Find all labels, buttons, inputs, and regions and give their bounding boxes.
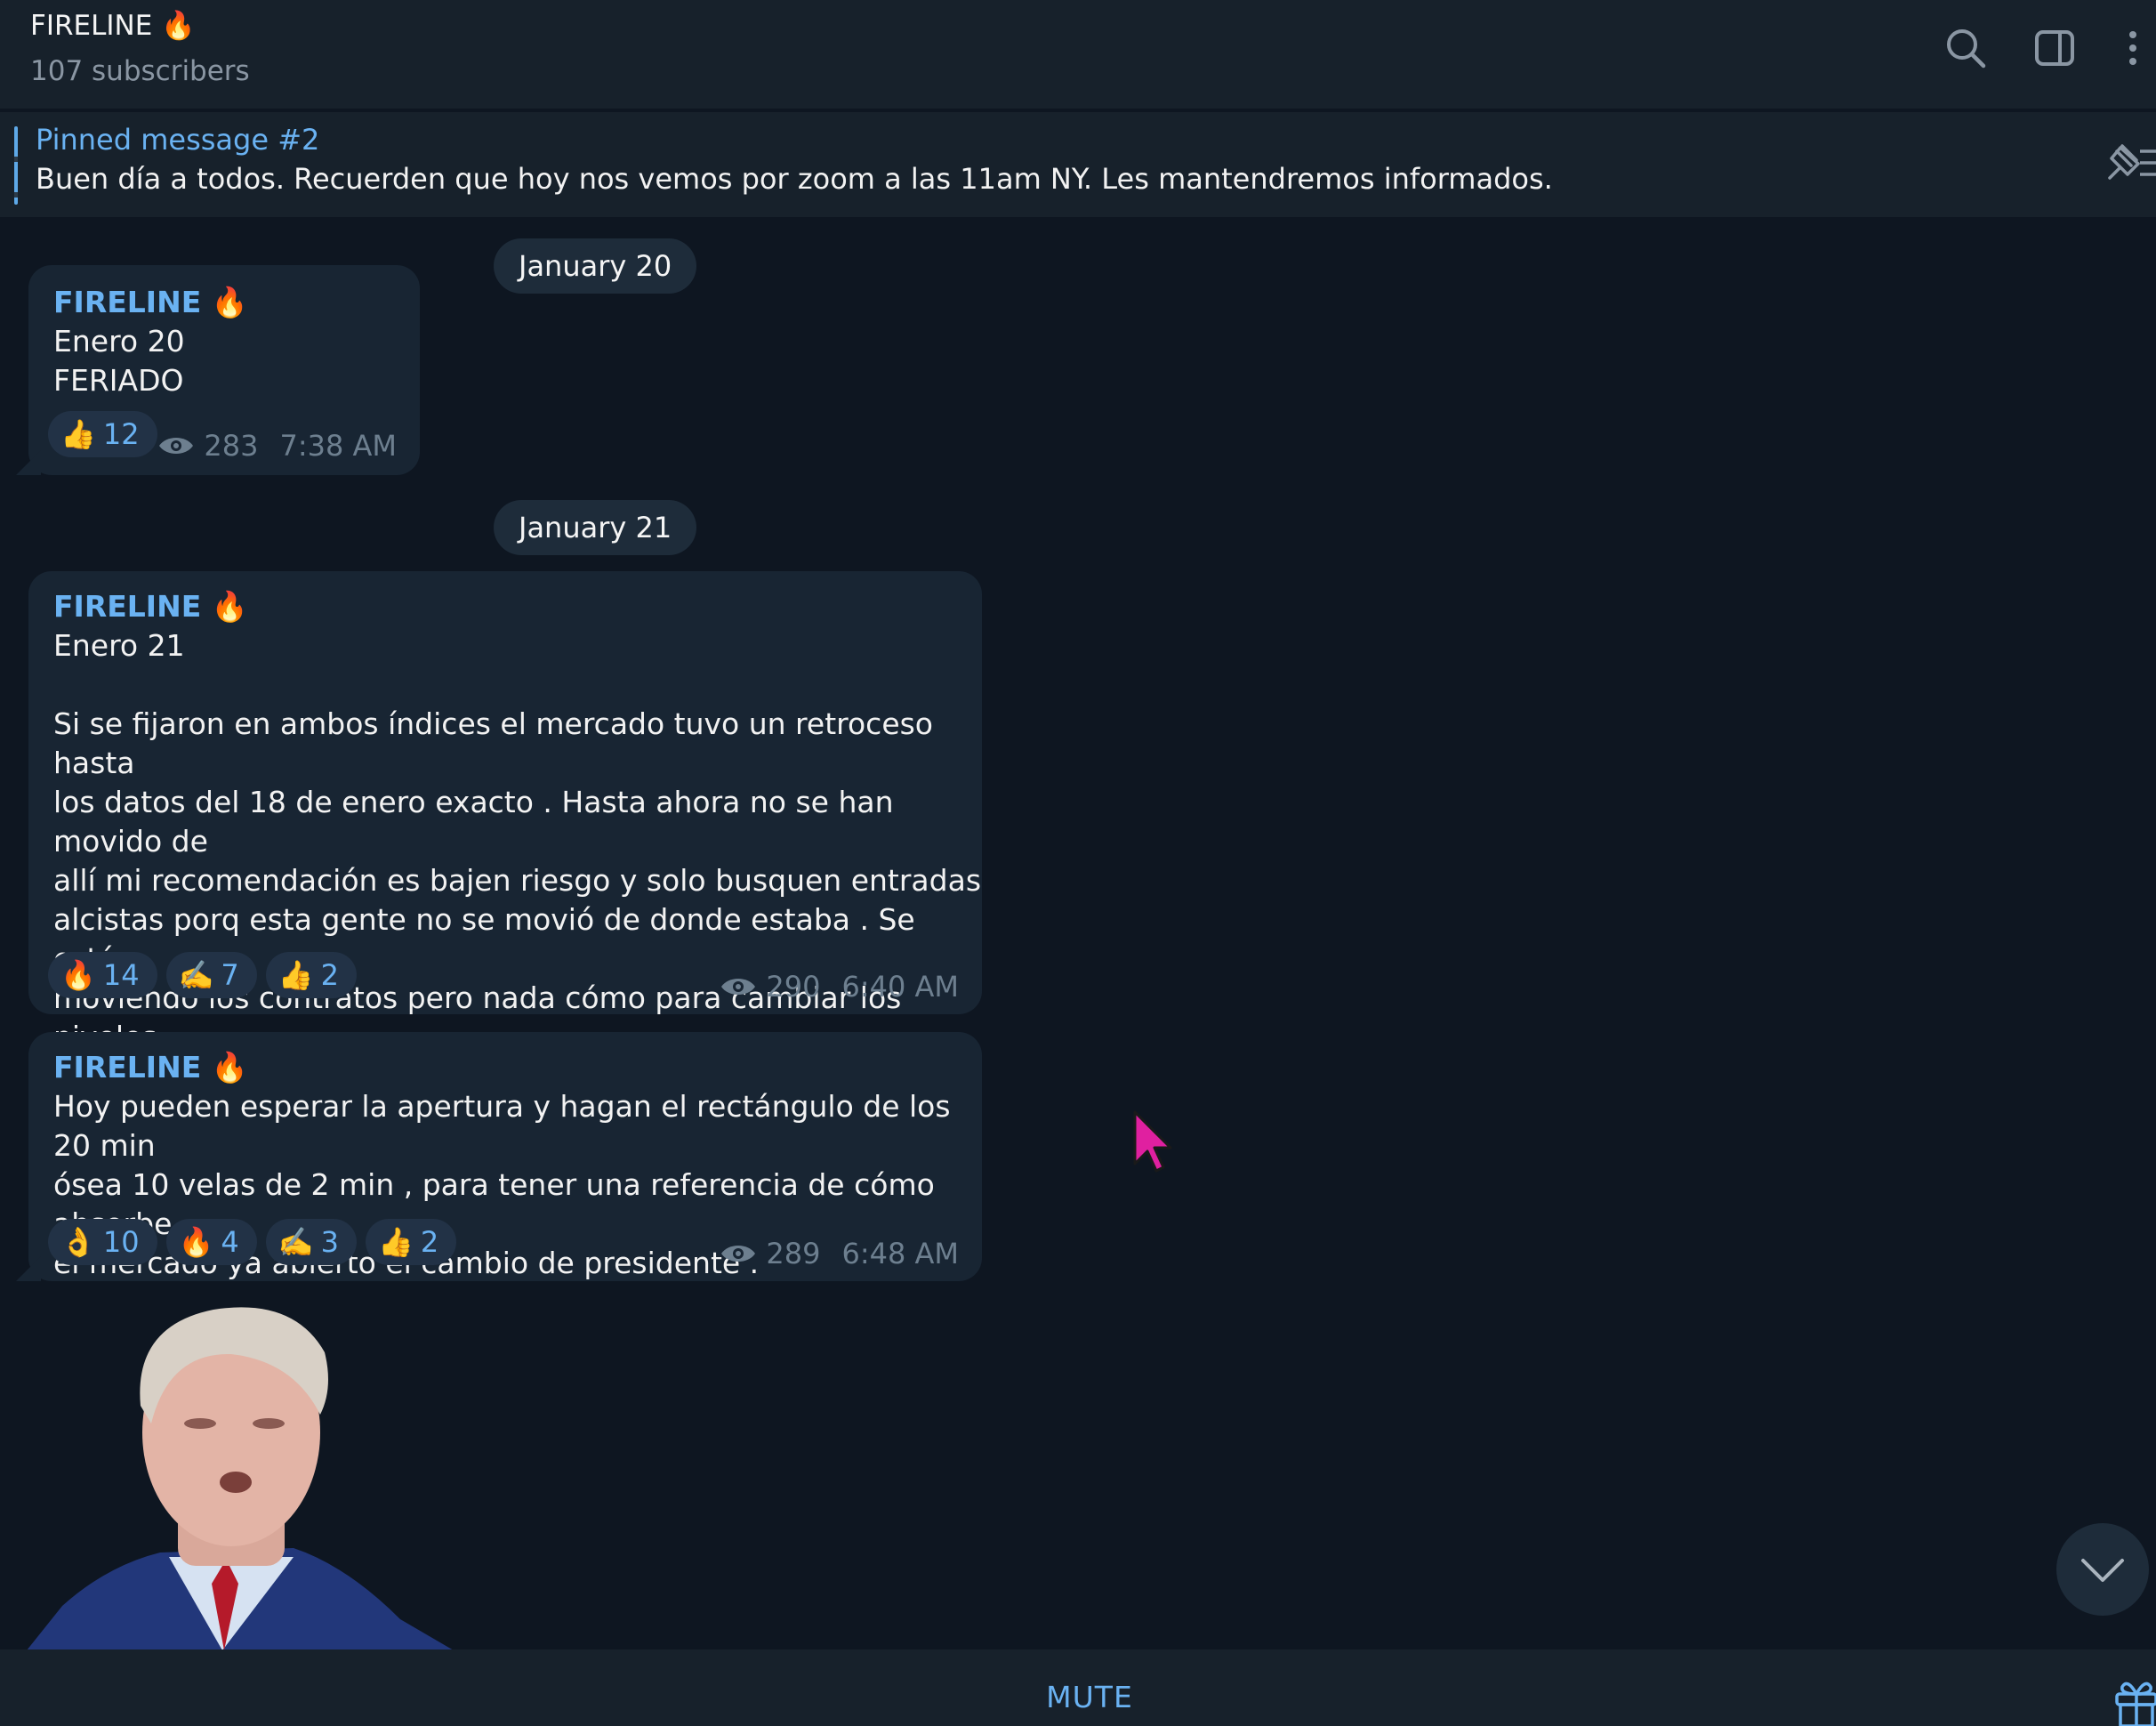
reaction-writing-hand[interactable]: ✍️ 7: [165, 952, 257, 998]
fire-icon: 🔥: [178, 1225, 214, 1259]
view-count: 289: [766, 1237, 821, 1270]
writing-hand-icon: ✍️: [278, 1225, 314, 1259]
message-meta: 289 6:48 AM: [720, 1237, 959, 1270]
reaction-writing-hand[interactable]: ✍️ 3: [265, 1219, 357, 1265]
reaction-count: 3: [320, 1225, 339, 1259]
more-vertical-icon[interactable]: [2110, 25, 2156, 71]
message-bubble[interactable]: FIRELINE 🔥 Hoy pueden esperar la apertur…: [16, 1032, 982, 1281]
date-separator: January 20: [494, 238, 697, 294]
message-time: 6:40 AM: [841, 970, 959, 1004]
message-time: 7:38 AM: [279, 429, 397, 463]
message-text: Enero 21 Si se fijaron en ambos índices …: [53, 628, 982, 1093]
reaction-thumbs-up[interactable]: 👍 12: [48, 411, 157, 457]
reaction-fire[interactable]: 🔥 4: [165, 1219, 257, 1265]
view-count: 290: [766, 970, 821, 1004]
reactions-row: 👌 10 🔥 4 ✍️ 3 👍 2: [48, 1219, 457, 1265]
reaction-count: 2: [420, 1225, 439, 1259]
thumbs-up-icon: 👍: [377, 1225, 414, 1259]
message-author[interactable]: FIRELINE 🔥: [53, 285, 248, 320]
thumbs-up-icon: 👍: [60, 417, 96, 451]
message-meta: 290 6:40 AM: [720, 970, 959, 1004]
mouse-cursor-icon: [1131, 1110, 1174, 1174]
reactions-row: 🔥 14 ✍️ 7 👍 2: [48, 952, 357, 998]
reactions-row: 👍 12: [48, 411, 157, 457]
view-count: 283: [204, 429, 259, 463]
reaction-count: 7: [221, 958, 239, 992]
pinned-title: Pinned message #2: [36, 123, 320, 157]
reaction-count: 12: [102, 417, 140, 451]
reaction-ok-hand[interactable]: 👌 10: [48, 1219, 157, 1265]
pinned-text: Buen día a todos. Recuerden que hoy nos …: [36, 162, 1553, 196]
reaction-fire[interactable]: 🔥 14: [48, 952, 157, 998]
reaction-count: 4: [221, 1225, 239, 1259]
chat-header[interactable]: FIRELINE 🔥 107 subscribers: [0, 0, 2156, 110]
writing-hand-icon: ✍️: [178, 958, 214, 992]
message-author[interactable]: FIRELINE 🔥: [53, 589, 248, 625]
message-bubble[interactable]: FIRELINE 🔥 Enero 21 Si se fijaron en amb…: [28, 571, 982, 1093]
reaction-thumbs-up[interactable]: 👍 2: [365, 1219, 457, 1265]
pinned-message-bar[interactable]: Pinned message #2 Buen día a todos. Recu…: [0, 112, 2156, 217]
bottom-bar: MUTE: [0, 1649, 2156, 1726]
chevron-down-icon: [2081, 1559, 2124, 1582]
date-separator: January 21: [494, 500, 697, 555]
message-bubble[interactable]: FIRELINE 🔥 Enero 20 FERIADO 👍 12 283 7:3…: [16, 265, 420, 475]
pinned-indicator: [14, 126, 18, 205]
search-icon[interactable]: [1943, 25, 1989, 71]
reaction-count: 2: [320, 958, 339, 992]
eye-icon: [721, 979, 756, 995]
eye-icon: [721, 1246, 756, 1262]
fire-icon: 🔥: [60, 958, 96, 992]
mute-button[interactable]: MUTE: [0, 1680, 2156, 1714]
subscriber-count: 107 subscribers: [30, 55, 250, 87]
message-time: 6:48 AM: [841, 1237, 959, 1270]
reaction-thumbs-up[interactable]: 👍 2: [265, 952, 357, 998]
message-author[interactable]: FIRELINE 🔥: [53, 1050, 248, 1085]
message-text: Enero 20 FERIADO: [53, 324, 185, 398]
message-meta: 283 7:38 AM: [157, 429, 397, 463]
reaction-count: 10: [102, 1225, 140, 1259]
reaction-count: 14: [102, 958, 140, 992]
thumbs-up-icon: 👍: [278, 958, 314, 992]
gift-icon[interactable]: [2112, 1674, 2156, 1726]
ok-hand-icon: 👌: [60, 1225, 96, 1259]
sidebar-toggle-icon[interactable]: [2031, 25, 2078, 71]
channel-title[interactable]: FIRELINE 🔥: [30, 9, 196, 42]
sticker-image[interactable]: [27, 1299, 471, 1650]
eye-icon: [159, 438, 194, 454]
pin-list-icon[interactable]: [2101, 139, 2156, 187]
scroll-to-bottom-button[interactable]: [2056, 1523, 2149, 1616]
telegram-channel-view: FIRELINE 🔥 107 subscribers Pinned messag…: [0, 0, 2156, 1726]
